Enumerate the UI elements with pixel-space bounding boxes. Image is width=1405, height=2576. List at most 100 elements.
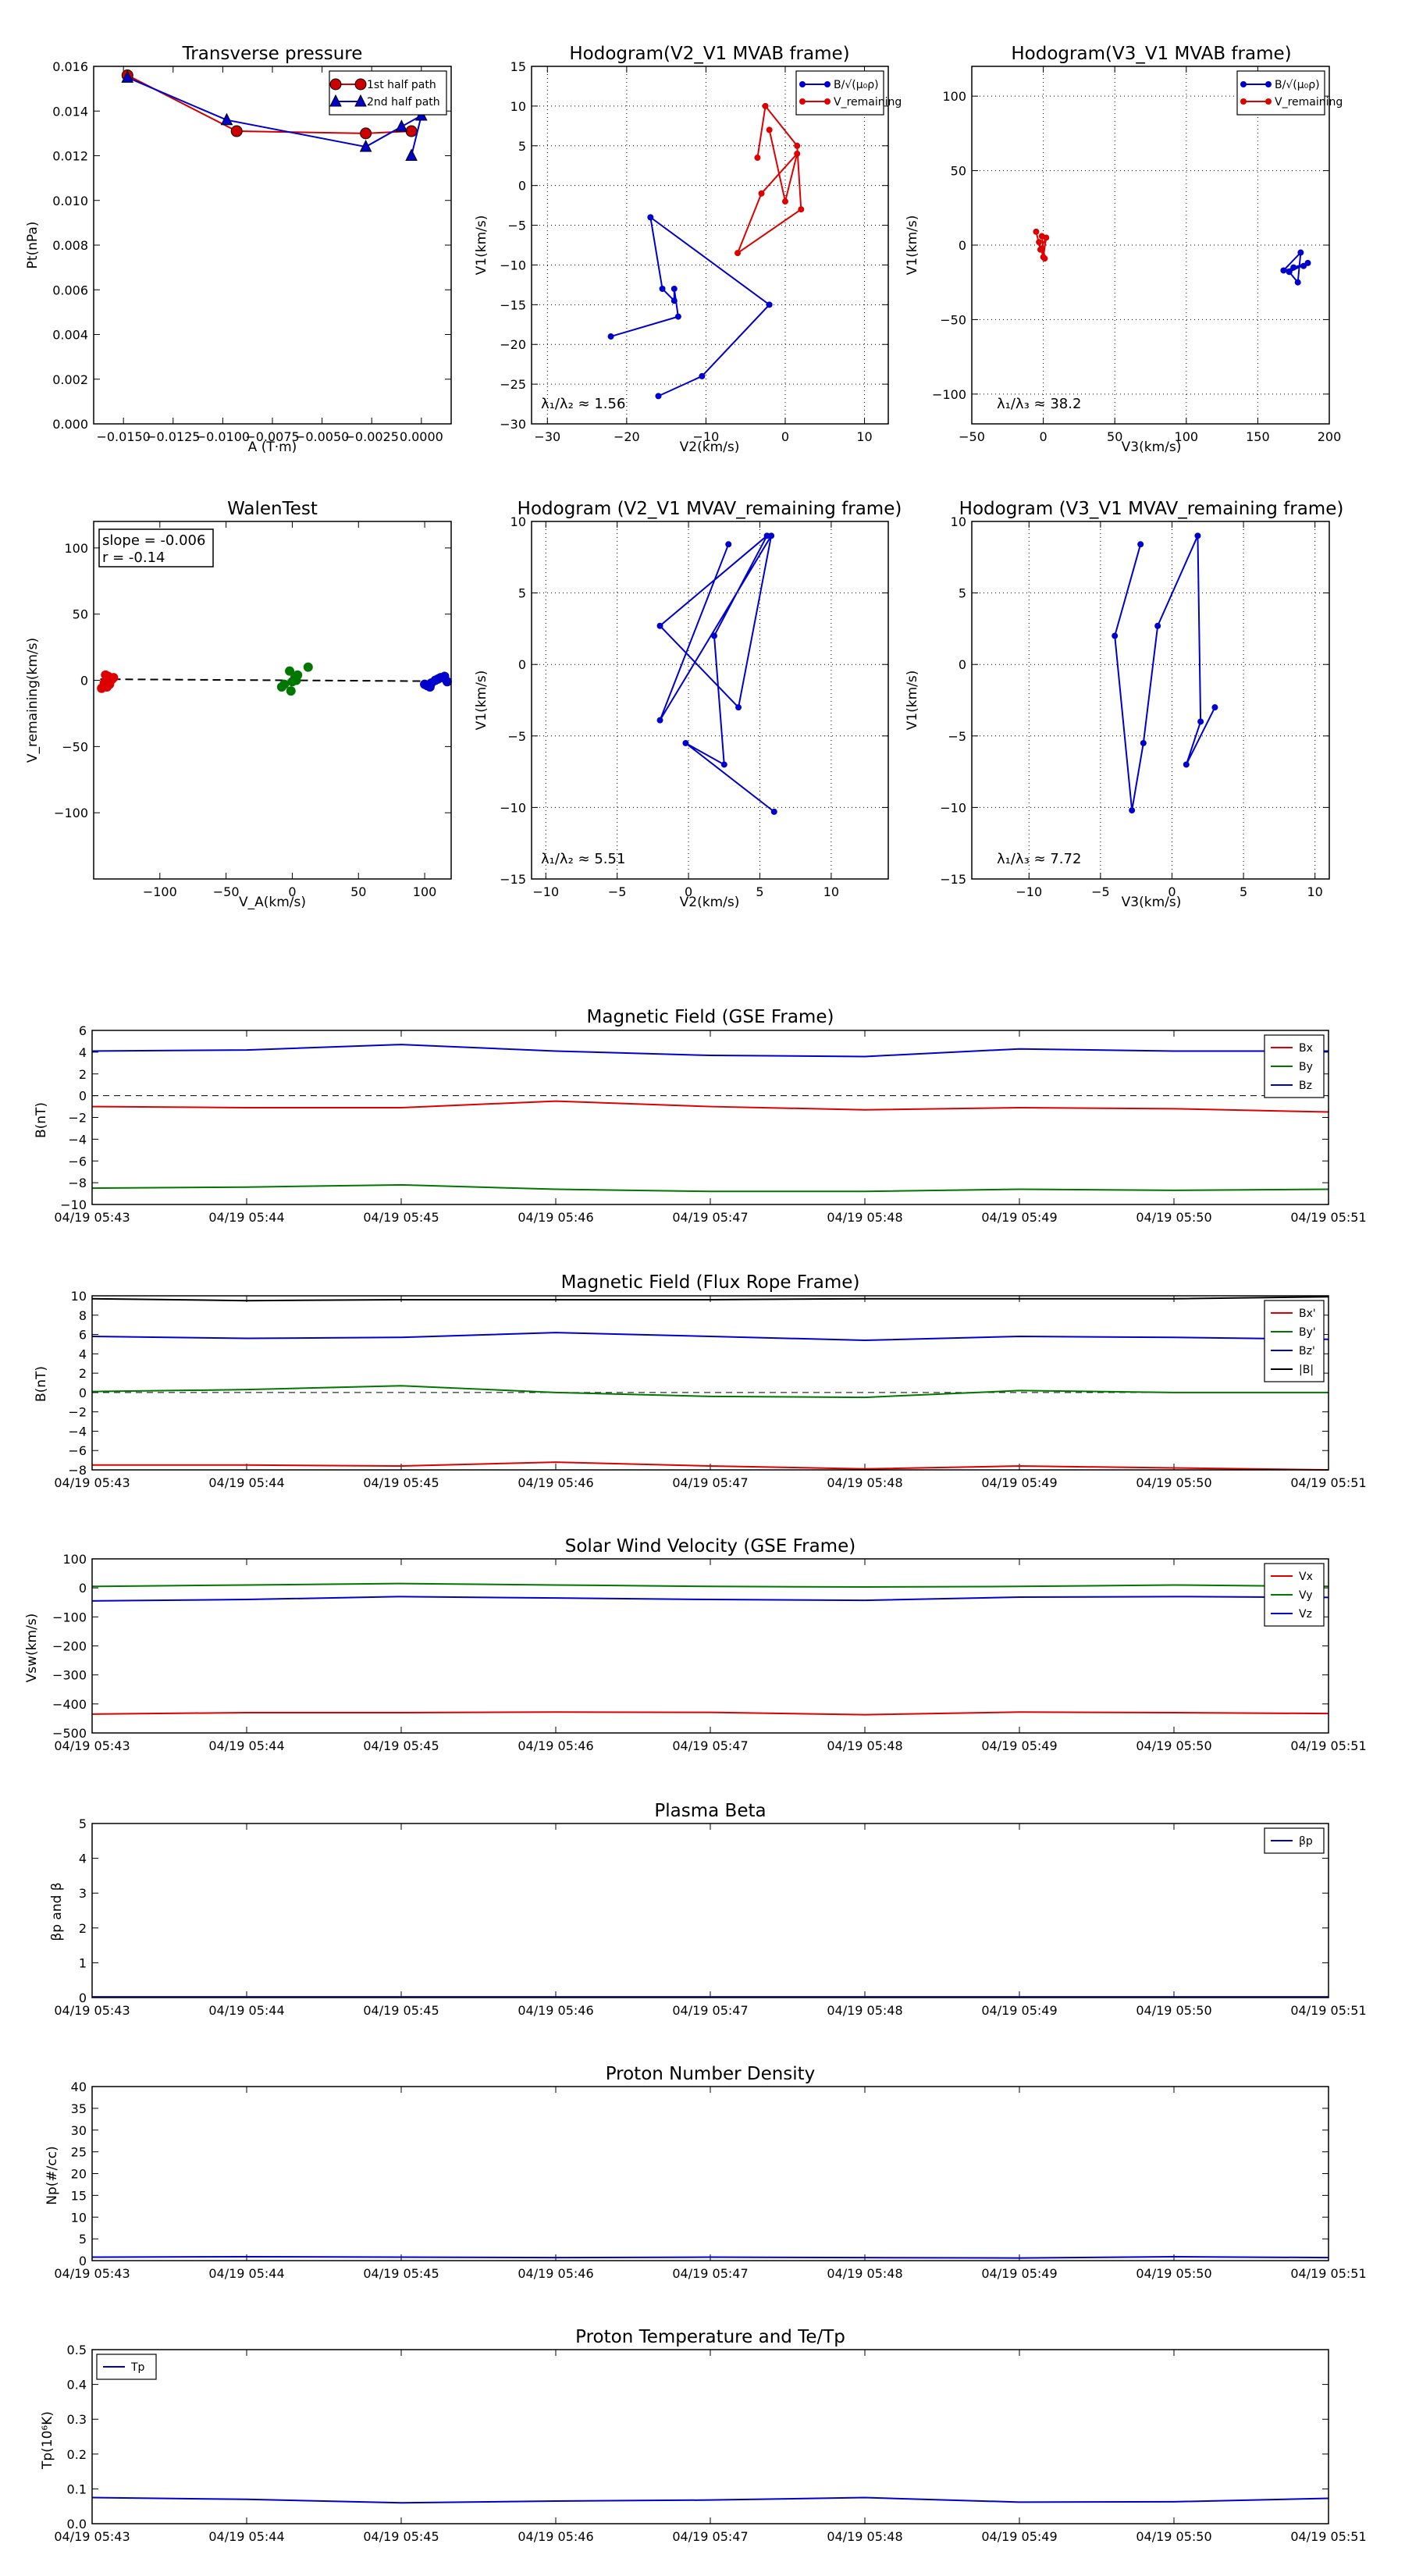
legend-marker [1240, 98, 1247, 105]
x-tick-label: 04/19 05:44 [208, 1210, 284, 1225]
data-point [442, 677, 452, 687]
y-tick-label: −10 [60, 1197, 87, 1212]
series-line-0 [91, 2255, 1329, 2259]
plot-area-bfr: 04/19 05:43 04/19 05:44 04/19 05:45 04/19 0… [54, 1289, 1366, 1490]
data-point [405, 125, 418, 137]
y-tick-label: −2 [68, 1111, 87, 1126]
y-axis-label: V1(km/s) [474, 215, 489, 276]
y-tick-label: 3 [79, 1886, 87, 1901]
data-point [1041, 255, 1048, 262]
plot-frame [91, 1823, 1329, 1998]
data-point [725, 541, 732, 548]
y-tick-label: −10 [500, 258, 526, 272]
x-tick-label: 100 [1175, 429, 1199, 444]
y-tick-label: 40 [71, 2080, 87, 2094]
data-point [735, 250, 742, 257]
data-point [656, 717, 663, 724]
x-tick-label: 100 [413, 884, 437, 899]
data-point [1194, 532, 1201, 539]
chart-title: Hodogram (V3_V1 MVAV_remaining frame) [959, 499, 1344, 519]
x-tick-label: 04/19 05:48 [827, 2529, 902, 2544]
data-point [1300, 262, 1307, 269]
x-tick-label: 04/19 05:49 [981, 2266, 1057, 2281]
y-tick-label: 10 [951, 514, 966, 529]
x-tick-label: 50 [1107, 429, 1122, 444]
y-tick-label: −6 [68, 1154, 87, 1169]
data-point [303, 662, 313, 672]
y-tick-label: −100 [54, 806, 88, 820]
y-tick-label: 0.0 [67, 2517, 87, 2532]
series-line-0 [91, 2496, 1329, 2504]
y-axis-label: V_remaining(km/s) [25, 638, 41, 763]
x-tick-label: 0 [1040, 429, 1048, 444]
y-tick-label: 15 [71, 2188, 87, 2203]
plot-area-bgse: 04/19 05:43 04/19 05:44 04/19 05:45 04/19 0… [54, 1023, 1366, 1225]
data-point [762, 102, 769, 109]
y-tick-label: 50 [73, 607, 88, 622]
y-tick-label: −5 [948, 729, 966, 744]
chart-hodogram-v3-v1-mvav: Hodogram (V3_V1 MVAV_remaining frame) V3… [905, 499, 1343, 910]
data-point [655, 393, 662, 400]
x-tick-label: 04/19 05:44 [208, 2529, 284, 2544]
data-point [230, 125, 243, 137]
chart-title: Transverse pressure [182, 44, 363, 64]
data-point [220, 112, 233, 126]
data-point [794, 150, 801, 157]
legend-label: |B| [1299, 1364, 1314, 1376]
plot-area-tp2: 04/19 05:43 04/19 05:44 04/19 05:45 04/19 0… [54, 2343, 1366, 2544]
x-tick-label: −0.0075 [245, 429, 299, 444]
series-line-1 [91, 1183, 1329, 1193]
y-tick-label: −6 [68, 1443, 87, 1458]
chart-plasma-beta: Plasma Beta βp and β [49, 1801, 767, 1941]
y-tick-label: −50 [62, 739, 88, 754]
legend-marker [1240, 81, 1247, 87]
eigenvalue-ratio-annotation: λ₁/λ₃ ≈ 7.72 [997, 851, 1081, 867]
data-point [682, 739, 689, 746]
legend-marker [354, 78, 367, 91]
y-tick-label: 100 [62, 1552, 87, 1567]
chart-title: WalenTest [227, 499, 318, 519]
plot-area-tp: −0.0150−0.0125−0.0100−0.0075−0.0050−0.00… [52, 59, 452, 444]
x-tick-label: 04/19 05:45 [363, 2529, 439, 2544]
x-tick-label: 04/19 05:46 [518, 2003, 593, 2018]
x-tick-label: −20 [614, 429, 640, 444]
data-point [405, 148, 418, 161]
x-tick-label: −5 [608, 884, 627, 899]
series-line-0 [610, 215, 771, 397]
plot-area-h4: −10 −5 0 5 10 −15 −10 −5 0 5 10 [940, 514, 1330, 899]
data-point [766, 126, 773, 133]
plot-frame [93, 521, 452, 880]
legend-marker [824, 81, 831, 87]
y-tick-label: 0.010 [52, 194, 88, 208]
y-tick-label: 0.014 [52, 104, 88, 119]
y-axis-label: V1(km/s) [905, 671, 920, 731]
x-tick-label: 10 [1307, 884, 1323, 899]
y-tick-label: 0.000 [52, 417, 88, 432]
y-tick-label: 4 [79, 1347, 87, 1361]
y-tick-label: −8 [68, 1463, 87, 1478]
y-tick-label: 15 [510, 59, 526, 74]
y-tick-label: 100 [64, 541, 88, 556]
x-tick-label: 04/19 05:45 [363, 1210, 439, 1225]
slope-annotation: slope = -0.006 [102, 532, 205, 549]
x-tick-label: 04/19 05:50 [1136, 1738, 1211, 1753]
data-point [433, 674, 443, 684]
chart-title: Magnetic Field (Flux Rope Frame) [561, 1272, 860, 1293]
y-tick-label: 4 [79, 1045, 87, 1060]
legend-marker [824, 98, 831, 105]
x-tick-label: 04/19 05:48 [827, 1210, 902, 1225]
x-tick-label: 10 [856, 429, 872, 444]
data-point [1183, 761, 1190, 768]
y-tick-label: −4 [68, 1132, 87, 1147]
plot-frame [531, 521, 889, 880]
y-tick-label: 30 [71, 2123, 87, 2138]
legend-marker [1265, 98, 1272, 105]
y-tick-label: 2 [79, 1921, 87, 1936]
legend-marker [799, 81, 806, 87]
series-line-1 [91, 1582, 1329, 1589]
y-tick-label: −10 [940, 800, 966, 815]
data-point [360, 127, 372, 140]
plot-frame [91, 1295, 1329, 1471]
eigenvalue-ratio-annotation: λ₁/λ₂ ≈ 5.51 [541, 851, 625, 867]
x-axis-label: V3(km/s) [1122, 439, 1182, 455]
